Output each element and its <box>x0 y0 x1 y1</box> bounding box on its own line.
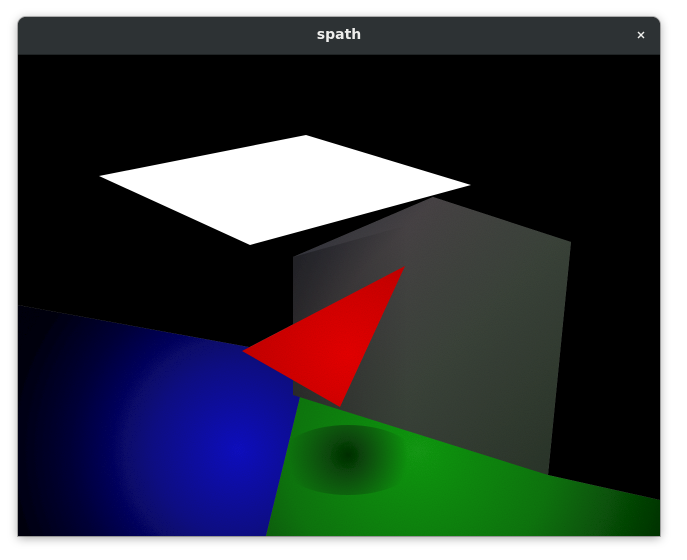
title-bar[interactable]: spath <box>18 17 660 55</box>
window-title: spath <box>316 27 362 43</box>
triangle-shadow <box>278 425 418 495</box>
render-viewport <box>18 55 660 536</box>
app-window: spath <box>18 17 660 536</box>
close-button[interactable] <box>630 24 652 46</box>
rendered-scene <box>18 55 660 536</box>
close-icon <box>636 30 646 40</box>
